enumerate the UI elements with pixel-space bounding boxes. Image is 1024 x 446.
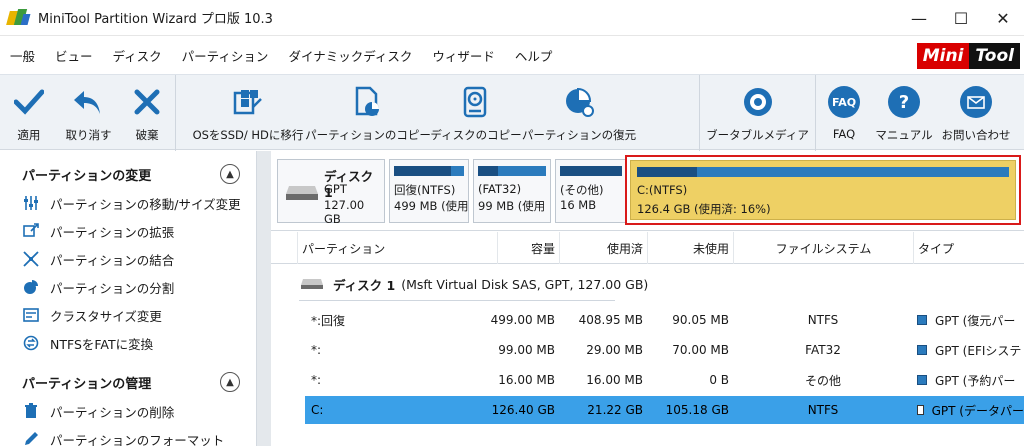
operations-panel: パーティションの変更 ▲ パーティションの移動/サイズ変更 パーティションの拡張… (0, 151, 257, 446)
divider (299, 300, 615, 301)
format-partition-item[interactable]: パーティションのフォーマット (0, 425, 256, 446)
manual-button[interactable]: ? マニュアル (872, 75, 936, 151)
close-button[interactable]: ✕ (982, 0, 1024, 36)
disc-icon (741, 85, 775, 119)
menu-wizard[interactable]: ウィザード (422, 37, 505, 73)
bootable-media-button[interactable]: ブータブルメディア (706, 75, 809, 151)
type-square-icon (917, 345, 927, 355)
menu-bar: 一般 ビュー ディスク パーティション ダイナミックディスク ウィザード ヘルプ… (0, 37, 1024, 73)
menu-help[interactable]: ヘルプ (505, 37, 563, 73)
migrate-os-icon (231, 85, 265, 119)
column-filesystem[interactable]: ファイルシステム (733, 232, 913, 264)
extend-icon (22, 222, 40, 240)
table-row[interactable]: *: 99.00 MB 29.00 MB 70.00 MB FAT32 GPT … (305, 336, 1024, 364)
window-title: MiniTool Partition Wizard プロ版 10.3 (38, 12, 273, 27)
toolbar: 適用 取り消す 破棄 OSをSSD/ HDに移行 パーティションのコピー ディス… (0, 74, 1024, 151)
sliders-icon (22, 194, 40, 212)
hard-disk-icon (301, 279, 323, 289)
menu-dynamic-disk[interactable]: ダイナミックディスク (278, 37, 422, 73)
table-row[interactable]: *:回復 499.00 MB 408.95 MB 90.05 MB NTFS G… (305, 306, 1024, 334)
usage-bar (637, 167, 697, 177)
recover-partition-icon (562, 85, 596, 119)
discard-button[interactable]: 破棄 (119, 75, 175, 151)
cluster-icon (22, 306, 40, 324)
disk-1-map: ディスク 1 GPT 127.00 GB 回復(NTFS) 499 MB (使用… (277, 159, 653, 226)
table-row-selected[interactable]: C: 126.40 GB 21.22 GB 105.18 GB NTFS GPT… (305, 396, 1024, 424)
usage-bar (394, 166, 452, 176)
disk-group-row[interactable]: ディスク 1 (Msft Virtual Disk SAS, GPT, 127.… (271, 270, 1024, 298)
partition-block-recovery[interactable]: 回復(NTFS) 499 MB (使用 (389, 159, 469, 223)
column-type[interactable]: タイプ (913, 232, 1024, 264)
checkmark-icon (12, 85, 46, 119)
maximize-button[interactable]: ☐ (940, 0, 982, 36)
menu-partition[interactable]: パーティション (172, 37, 279, 73)
minitool-logo: Mini Tool (916, 43, 1020, 69)
collapse-up-icon[interactable]: ▲ (220, 164, 240, 184)
move-resize-partition-item[interactable]: パーティションの移動/サイズ変更 (0, 189, 256, 217)
merge-icon (22, 250, 40, 268)
section-change-partition[interactable]: パーティションの変更 ▲ (0, 159, 256, 189)
hard-disk-icon (286, 186, 318, 200)
undo-arrow-icon (71, 85, 105, 119)
split-partition-item[interactable]: パーティションの分割 (0, 273, 256, 301)
merge-partition-item[interactable]: パーティションの結合 (0, 245, 256, 273)
faq-button[interactable]: FAQ FAQ (816, 75, 872, 151)
apply-button[interactable]: 適用 (0, 75, 58, 151)
collapse-up-icon[interactable]: ▲ (220, 372, 240, 392)
disk-1-label[interactable]: ディスク 1 GPT 127.00 GB (277, 159, 385, 226)
partition-block-reserved[interactable]: (その他) 16 MB (555, 159, 627, 223)
table-header: パーティション 容量 使用済 未使用 ファイルシステム タイプ (271, 232, 1024, 264)
column-unused[interactable]: 未使用 (647, 232, 733, 264)
app-logo-icon (6, 7, 32, 29)
menu-general[interactable]: 一般 (0, 37, 45, 73)
column-capacity[interactable]: 容量 (497, 232, 559, 264)
table-row[interactable]: *: 16.00 MB 16.00 MB 0 B その他 GPT (予約パー (305, 366, 1024, 394)
x-mark-icon (130, 85, 164, 119)
column-partition[interactable]: パーティション (297, 232, 497, 264)
trash-icon (22, 402, 40, 420)
partition-block-c-selected[interactable]: C:(NTFS) 126.4 GB (使用済: 16%) (625, 155, 1021, 225)
copy-disk-button[interactable]: ディスクのコピー (428, 75, 524, 151)
partition-table: パーティション 容量 使用済 未使用 ファイルシステム タイプ ディスク 1 (… (271, 232, 1024, 446)
copy-partition-button[interactable]: パーティションのコピー (305, 75, 431, 151)
convert-icon (22, 334, 40, 352)
menu-view[interactable]: ビュー (45, 37, 103, 73)
partition-block-efi[interactable]: (FAT32) 99 MB (使用 (473, 159, 551, 223)
type-square-icon (917, 375, 927, 385)
type-square-icon (917, 315, 927, 325)
undo-button[interactable]: 取り消す (58, 75, 120, 151)
contact-button[interactable]: お問い合わせ (936, 75, 1016, 151)
disk-map: ディスク 1 GPT 127.00 GB 回復(NTFS) 499 MB (使用… (271, 151, 1024, 231)
ntfs-to-fat-item[interactable]: NTFSをFATに変換 (0, 329, 256, 357)
faq-icon: FAQ (827, 85, 861, 119)
recover-partition-button[interactable]: パーティションの復元 (522, 75, 636, 151)
logo-mini: Mini (916, 43, 970, 69)
usage-bar (560, 166, 622, 176)
type-square-icon (917, 405, 924, 415)
logo-tool: Tool (969, 43, 1020, 69)
panel-splitter[interactable] (257, 151, 271, 446)
pencil-icon (22, 430, 40, 446)
column-used[interactable]: 使用済 (559, 232, 647, 264)
copy-partition-icon (351, 85, 385, 119)
migrate-os-button[interactable]: OSをSSD/ HDに移行 (188, 75, 308, 151)
split-pie-icon (22, 278, 40, 296)
extend-partition-item[interactable]: パーティションの拡張 (0, 217, 256, 245)
usage-bar (478, 166, 498, 176)
menu-disk[interactable]: ディスク (103, 37, 172, 73)
copy-disk-icon (459, 85, 493, 119)
delete-partition-item[interactable]: パーティションの削除 (0, 397, 256, 425)
mail-icon (959, 85, 993, 119)
question-icon: ? (887, 85, 921, 119)
cluster-size-item[interactable]: クラスタサイズ変更 (0, 301, 256, 329)
section-manage-partition[interactable]: パーティションの管理 ▲ (0, 367, 256, 397)
title-bar: MiniTool Partition Wizard プロ版 10.3 — ☐ ✕ (0, 0, 1024, 36)
minimize-button[interactable]: — (898, 0, 940, 36)
